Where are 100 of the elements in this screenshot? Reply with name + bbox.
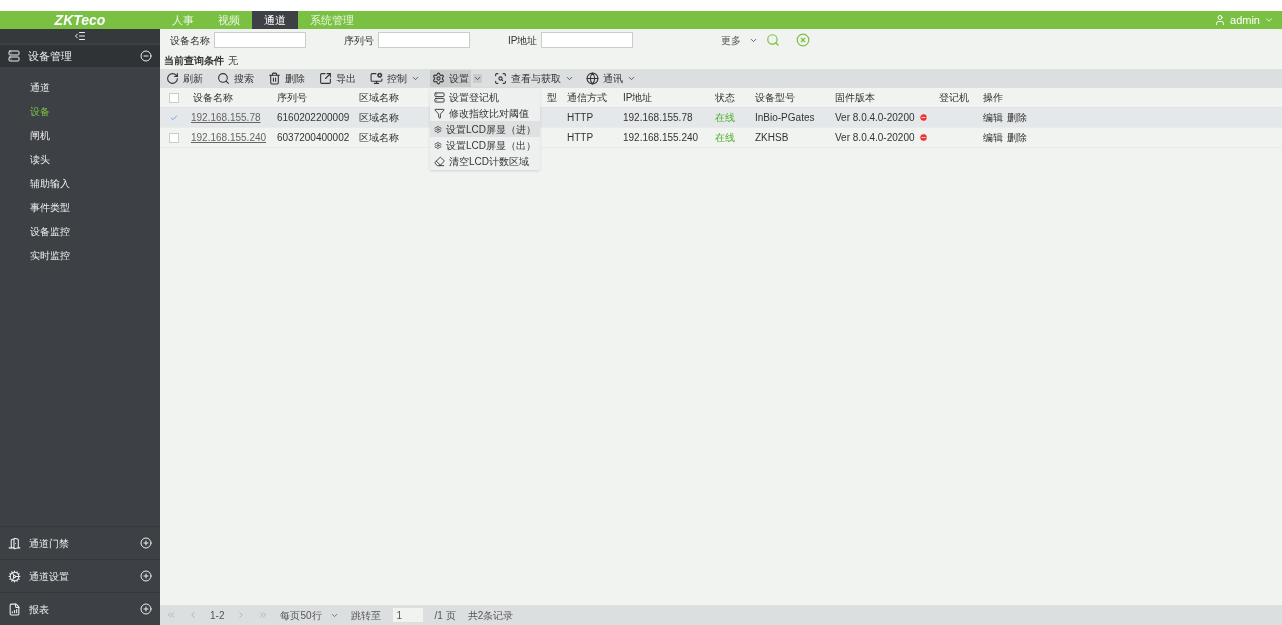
select-all-checkbox[interactable] [169,92,179,103]
menu-item[interactable]: 设置LCD屏显（进） [430,121,540,137]
no-entry-icon [918,113,928,122]
sidebar-item[interactable]: 通道 [0,75,160,99]
more-link[interactable]: 更多 [721,32,742,48]
clear-icon[interactable] [796,33,811,47]
expand-icon[interactable] [140,570,152,582]
toolbar-button[interactable]: 设置 [430,70,471,87]
table-cell: 区域名称 [359,112,399,123]
expand-icon[interactable] [140,537,152,549]
user-icon [1214,14,1227,26]
device-icon [8,50,20,62]
sidebar-item[interactable]: 设备 [0,99,160,123]
record-total: 共2条记录 [467,608,514,623]
condition-value: 无 [228,53,238,68]
column-header: 操作 [983,91,1003,105]
export-icon [319,72,332,85]
dropdown-caret-icon[interactable] [565,74,574,83]
eraser-icon [434,155,445,167]
column-header: 固件版本 [835,91,875,105]
page-range: 1-2 [210,608,225,623]
settings-icon [434,123,442,135]
table-cell: 192.168.155.240 [623,132,699,143]
page-field[interactable]: 1 [392,608,423,622]
search-icon [217,72,230,85]
column-header: 登记机 [939,91,969,105]
status-text: 在线 [715,132,735,143]
row-checkbox[interactable] [169,132,179,143]
nav-tab[interactable]: 通道 [252,11,298,29]
dropdown-caret-icon[interactable] [473,74,482,83]
collapse-icon[interactable] [74,30,86,42]
toolbar-button[interactable]: 删除 [266,70,307,87]
sidebar-item[interactable]: 辅助输入 [0,171,160,195]
search-icon[interactable] [766,33,781,47]
condition-label: 当前查询条件 [164,53,224,68]
settings-icon [432,72,445,85]
toolbar-button[interactable]: 通讯 [584,70,625,87]
toolbar-button[interactable]: 刷新 [164,70,205,87]
first-page-icon[interactable] [166,610,176,620]
per-page-select[interactable]: 每页50行 [280,607,339,623]
table-cell-text: Ver 8.0.4.0-20200 [835,111,915,125]
filter-field[interactable] [541,32,634,48]
collapse-icon[interactable] [140,50,152,62]
gear-icon [8,569,21,583]
table-cell: 6160202200009 [277,112,350,123]
toolbar-button[interactable]: 搜索 [215,70,256,87]
table-cell: ZKHSB [755,132,789,143]
table-cell: 192.168.155.78 [623,112,693,123]
jump-label: 跳转至 [350,608,381,623]
column-header: 型 [547,91,557,105]
menu-item[interactable]: 修改指纹比对阈值 [430,105,540,121]
action-link[interactable]: 删除 [1007,110,1027,125]
dropdown-caret-icon[interactable] [411,74,420,83]
table-cell: 区域名称 [359,132,399,143]
toolbar-button[interactable]: 查看与获取 [492,70,563,87]
page-count: /1 页 [434,608,456,623]
filter-label: 设备名称 [170,33,210,48]
sidebar-item[interactable]: 闸机 [0,123,160,147]
filter-label: IP地址 [508,33,538,48]
device-link[interactable]: 192.168.155.78 [191,112,261,123]
table-cell: 6037200400002 [277,132,350,143]
toolbar-button[interactable]: 导出 [317,70,358,87]
table-cell-text: Ver 8.0.4.0-20200 [835,131,915,145]
menu-item[interactable]: 清空LCD计数区域 [430,153,540,169]
door-icon [8,536,21,550]
filter-label: 序列号 [344,33,374,48]
device-link[interactable]: 192.168.155.240 [191,132,267,143]
table-cell: InBio-PGates [755,112,815,123]
action-link[interactable]: 编辑 [983,110,1003,125]
server-icon [434,91,445,103]
filter-field[interactable] [378,32,470,48]
sidebar-item[interactable]: 事件类型 [0,195,160,219]
prev-page-icon[interactable] [188,610,198,620]
status-text: 在线 [715,112,735,123]
column-header: 通信方式 [567,91,607,105]
action-link[interactable]: 编辑 [983,130,1003,145]
column-header: 状态 [715,91,735,105]
sidebar-group[interactable]: 设备管理 [0,45,160,67]
last-page-icon[interactable] [258,610,269,620]
toolbar-button[interactable]: 控制 [368,70,409,87]
expand-icon[interactable] [140,603,152,615]
settings-icon [434,139,442,151]
column-header: 设备名称 [193,91,233,105]
table-cell: HTTP [567,112,594,123]
table-cell: HTTP [567,132,594,143]
funnel-icon [434,107,445,119]
column-header: 设备型号 [755,91,795,105]
check-icon [170,112,178,123]
dropdown-caret-icon[interactable] [627,74,636,83]
sidebar-item[interactable]: 读头 [0,147,160,171]
filter-field[interactable] [214,32,306,48]
refresh-icon [166,72,179,85]
action-link[interactable]: 删除 [1007,130,1027,145]
sidebar-item[interactable]: 设备监控 [0,219,160,243]
logo: ZKTeco [53,13,107,27]
row-checkbox[interactable] [169,112,179,123]
sidebar-item[interactable]: 实时监控 [0,243,160,267]
menu-item[interactable]: 设置登记机 [430,89,540,105]
scan-icon [494,72,507,85]
column-header: IP地址 [623,91,653,105]
